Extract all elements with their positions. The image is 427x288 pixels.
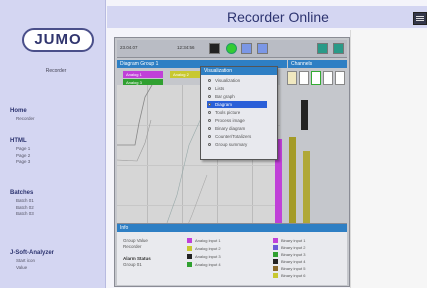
swatch-analog-3 (187, 254, 192, 259)
nav-link[interactable]: Page 3 (16, 159, 100, 166)
channel-4-icon[interactable] (323, 71, 333, 85)
swatch-binary-2 (273, 245, 278, 250)
legend-analog-1: Analog 1 (123, 71, 163, 78)
legend-label: Analog 2 (173, 72, 189, 77)
nav-group-title[interactable]: Batches (10, 190, 100, 196)
radio-icon (208, 95, 211, 98)
channel-3-icon[interactable] (311, 71, 321, 85)
nav-group-title[interactable]: HTML (10, 138, 100, 144)
radio-icon (208, 127, 211, 130)
popup-item[interactable]: Group summary (207, 141, 267, 148)
binary-label: Binary input 5 (281, 266, 306, 271)
popup-item[interactable]: Process image (207, 117, 267, 124)
popup-item[interactable]: Lists (207, 85, 267, 92)
zoom-icon[interactable] (317, 43, 328, 54)
nav-group-home: Home Recorder (10, 108, 100, 123)
info-line: Recorder (123, 244, 142, 249)
binary-label: Binary input 1 (281, 238, 306, 243)
swatch-binary-4 (273, 259, 278, 264)
binary-label: Binary input 3 (281, 252, 306, 257)
swatch-analog-2 (187, 246, 192, 251)
sidebar: JUMO Recorder Home Recorder HTML Page 1 … (0, 0, 106, 288)
info-header: Info (117, 224, 347, 232)
visualization-popup: Visualization Visualization Lists Bar gr… (200, 66, 278, 160)
analog-label: Analog input 3 (195, 254, 221, 259)
swatch-binary-6 (273, 273, 278, 278)
nav-group-title[interactable]: Home (10, 108, 100, 114)
channel-bar-3 (301, 100, 308, 130)
jumo-logo[interactable]: JUMO (22, 28, 94, 52)
popup-item-selected[interactable]: Diagram (207, 101, 267, 108)
binary-label: Binary input 6 (281, 273, 306, 278)
radio-icon (208, 143, 211, 146)
channel-2-icon[interactable] (299, 71, 309, 85)
popup-title: Visualization (201, 67, 277, 75)
swatch-analog-4 (187, 262, 192, 267)
record-icon[interactable] (209, 43, 220, 54)
analog-label: Analog input 4 (195, 262, 221, 267)
radio-icon (208, 103, 211, 106)
swatch-binary-5 (273, 266, 278, 271)
display-icon[interactable] (241, 43, 252, 54)
popup-item[interactable]: Visualization (207, 77, 267, 84)
radio-icon (208, 87, 211, 90)
swatch-binary-1 (273, 238, 278, 243)
info-header-label: Info (120, 225, 129, 231)
settings-icon[interactable] (333, 43, 344, 54)
analog-label: Analog input 1 (195, 238, 221, 243)
nav-group-html: HTML Page 1 Page 2 Page 3 (10, 138, 100, 166)
status-value: Group 01 (123, 262, 142, 267)
analog-label: Analog input 2 (195, 246, 221, 251)
popup-item[interactable]: Bar graph (207, 93, 267, 100)
empty-right-area (350, 30, 427, 288)
nav-group-analyzer: J-Soft-Analyzer Start icon Value (10, 250, 100, 271)
radio-icon (208, 111, 211, 114)
popup-item[interactable]: Tools picture (207, 109, 267, 116)
trend-line (117, 119, 152, 162)
header-bar: Recorder Online (107, 6, 427, 28)
radio-icon (208, 135, 211, 138)
recorder-panel: 23.04.07 12:34:56 Diagram Group 1 Analog… (114, 37, 350, 287)
swatch-binary-3 (273, 252, 278, 257)
swatch-analog-1 (187, 238, 192, 243)
popup-item[interactable]: Counter/Totalizers (207, 133, 267, 140)
chart-header-label: Diagram Group 1 (120, 61, 159, 67)
binary-label: Binary input 2 (281, 245, 306, 250)
popup-item[interactable]: Binary diagram (207, 125, 267, 132)
list-icon[interactable] (257, 43, 268, 54)
radio-icon (208, 119, 211, 122)
sidebar-subtitle: Recorder (45, 68, 67, 74)
toolbar-time: 12:34:56 (177, 45, 195, 50)
channel-header-label: Channels (291, 61, 313, 67)
toolbar-date: 23.04.07 (120, 45, 138, 50)
nav-group-batches: Batches Batch 01 Batch 02 Batch 03 (10, 190, 100, 218)
binary-label: Binary input 4 (281, 259, 306, 264)
nav-link[interactable]: Recorder (16, 116, 100, 123)
channel-header: Channels (288, 60, 347, 68)
channel-1-icon[interactable] (287, 71, 297, 85)
nav-group-title[interactable]: J-Soft-Analyzer (10, 250, 100, 256)
toolbar: 23.04.07 12:34:56 (117, 40, 347, 58)
menu-icon[interactable] (413, 12, 427, 25)
nav-link[interactable]: Batch 03 (16, 211, 100, 218)
info-panel: Info Group Value Recorder Alarm Status G… (117, 223, 347, 285)
status-light-icon[interactable] (226, 43, 237, 54)
radio-icon (208, 79, 211, 82)
legend-label: Analog 1 (126, 72, 142, 77)
nav-link[interactable]: Value (16, 265, 100, 272)
page-title: Recorder Online (227, 9, 329, 25)
channel-5-icon[interactable] (335, 71, 345, 85)
